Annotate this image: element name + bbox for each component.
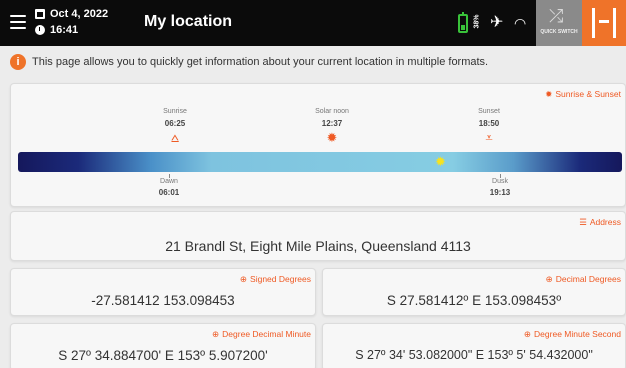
dusk-time: 19:13: [489, 188, 511, 197]
clock-icon: [35, 25, 45, 35]
menu-icon[interactable]: [10, 15, 26, 29]
time-text: 16:41: [50, 24, 79, 36]
degree-minute-second-card: ⊕ Degree Minute Second S 27º 34' 53.08200…: [322, 323, 626, 368]
dawn-label: Dawn: [160, 178, 178, 185]
sunrise-time: 06:25: [164, 119, 186, 128]
current-sun-icon: ✹: [435, 154, 446, 169]
dawn-time: 06:01: [158, 188, 180, 197]
degree-decimal-minute-card: ⊕ Degree Decimal Minute S 27º 34.884700' …: [10, 323, 316, 368]
card-label: ⊕ Decimal Degrees: [545, 274, 621, 284]
address-card: ☰ Address 21 Brandl St, Eight Mile Plains…: [10, 211, 626, 261]
page-title: My location: [144, 13, 233, 30]
signed-degrees-card: ⊕ Signed Degrees -27.581412 153.098453: [10, 268, 316, 316]
sunrise-event: Sunrise 06:25 ⩟: [163, 107, 187, 145]
quick-switch-button[interactable]: ⤮ QUICK SWITCH: [536, 0, 582, 46]
logo-icon: [592, 8, 616, 38]
info-banner: i This page allows you to quickly get in…: [0, 50, 626, 74]
dawn-event: Dawn 06:01: [159, 177, 179, 199]
address-value: 21 Brandl St, Eight Mile Plains, Queensl…: [165, 238, 471, 254]
card-label: ⊕ Degree Decimal Minute: [212, 329, 311, 339]
logo: [582, 0, 626, 46]
daylight-bar: [18, 152, 622, 172]
date-time: Oct 4, 2022 16:41: [35, 6, 108, 38]
sunrise-label: Sunrise: [163, 108, 187, 115]
dusk-event: Dusk 19:13: [490, 177, 510, 199]
battery-percent: 38%: [473, 14, 481, 29]
calendar-icon: [35, 9, 45, 19]
sunset-icon: ⩡: [485, 130, 493, 145]
globe-icon: ⊕: [545, 274, 553, 284]
card-label: ⊕ Signed Degrees: [239, 274, 311, 284]
info-icon: i: [10, 54, 26, 70]
info-text: This page allows you to quickly get info…: [32, 56, 489, 68]
address-icon: ☰: [579, 217, 587, 227]
satellite-icon: ✈: [490, 14, 504, 31]
wifi-icon: ◠: [514, 15, 527, 31]
degree-minute-second-value: S 27º 34' 53.082000" E 153º 5' 54.432000…: [355, 348, 593, 362]
quick-switch-icon: ⤮: [549, 6, 564, 26]
globe-icon: ⊕: [212, 329, 220, 339]
sunset-time: 18:50: [478, 119, 500, 128]
sunset-event: Sunset 18:50 ⩡: [478, 107, 500, 145]
degree-decimal-minute-value: S 27º 34.884700' E 153º 5.907200': [58, 348, 268, 363]
top-bar: Oct 4, 2022 16:41 My location 38% ✈ ◠ ⤮ …: [0, 0, 626, 46]
signed-degrees-value: -27.581412 153.098453: [91, 293, 235, 308]
solar-noon-label: Solar noon: [315, 108, 349, 115]
sunset-label: Sunset: [478, 108, 500, 115]
sun-icon: ✹: [545, 89, 553, 99]
dusk-label: Dusk: [492, 178, 508, 185]
decimal-degrees-card: ⊕ Decimal Degrees S 27.581412º E 153.0984…: [322, 268, 626, 316]
date-text: Oct 4, 2022: [50, 8, 109, 20]
card-label: ⊕ Degree Minute Second: [523, 329, 621, 339]
sunrise-sunset-card: ✹ Sunrise & Sunset Sunrise 06:25 ⩟ Solar …: [10, 83, 626, 207]
decimal-degrees-value: S 27.581412º E 153.098453º: [386, 293, 562, 308]
solar-noon-icon: ✹: [326, 130, 338, 145]
solar-noon-event: Solar noon 12:37 ✹: [315, 107, 349, 145]
card-label: ☰ Address: [579, 217, 621, 227]
globe-icon: ⊕: [239, 274, 248, 284]
battery-icon: [458, 12, 468, 33]
quick-switch-label: QUICK SWITCH: [540, 29, 578, 35]
card-label: ✹ Sunrise & Sunset: [545, 89, 621, 99]
sunrise-icon: ⩟: [171, 130, 179, 145]
globe-icon: ⊕: [523, 329, 532, 339]
solar-noon-time: 12:37: [321, 119, 343, 128]
